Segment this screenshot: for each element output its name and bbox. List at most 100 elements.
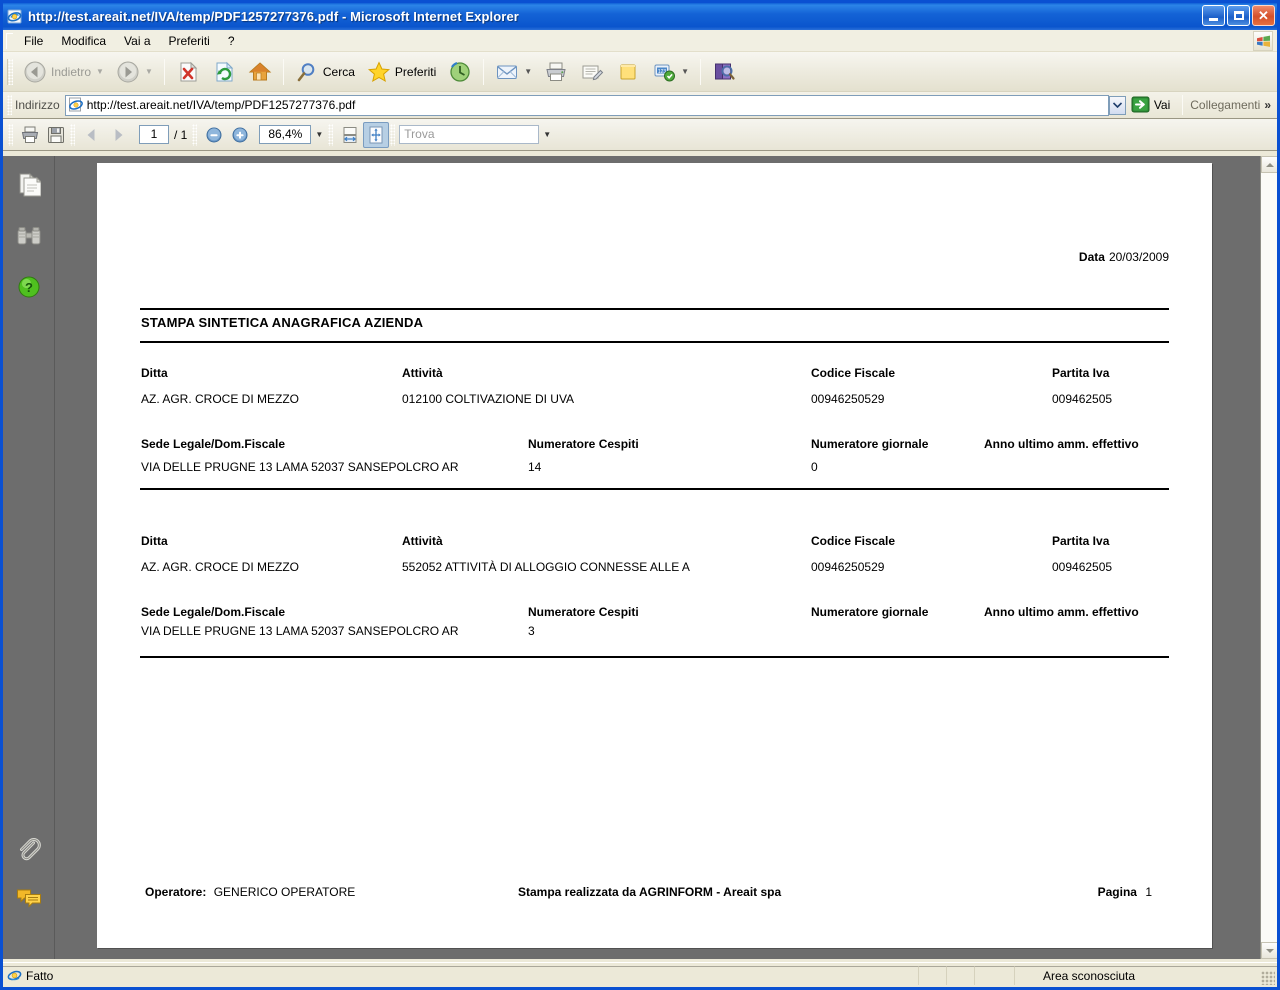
document-date-value: 20/03/2009 (1108, 250, 1169, 264)
nav-help-button[interactable]: ? (14, 272, 44, 302)
footer-operatore-label: Operatore: (145, 885, 207, 899)
links-label[interactable]: Collegamenti (1186, 98, 1264, 112)
back-label: Indietro (51, 64, 92, 79)
toolbar-grip[interactable] (7, 58, 13, 85)
nav-comments-button[interactable] (14, 883, 44, 913)
status-ie-icon (7, 970, 22, 981)
record-2-cf-label: Codice Fiscale (811, 534, 896, 548)
history-icon (450, 61, 470, 82)
messenger-button[interactable]: 123 ▼ (646, 56, 695, 88)
footer-center: Stampa realizzata da AGRINFORM - Areait … (518, 885, 781, 899)
pdf-next-page-button[interactable] (105, 122, 131, 148)
address-dropdown-button[interactable] (1108, 95, 1126, 115)
pdf-find-input[interactable]: Trova (399, 125, 540, 144)
home-button[interactable] (242, 56, 278, 88)
history-button[interactable] (442, 56, 478, 88)
toolbar-overflow-icon[interactable]: » (1264, 98, 1277, 112)
pdf-toolbar-grip-5[interactable] (390, 123, 396, 146)
pdf-zoom-out-button[interactable] (201, 122, 227, 148)
pdf-toolbar-grip-3[interactable] (192, 123, 198, 146)
footer-page-label: Pagina (1097, 885, 1137, 899)
nav-attachments-button[interactable] (14, 835, 44, 865)
menu-item-help[interactable]: ? (219, 32, 244, 50)
maximize-button[interactable] (1227, 5, 1250, 26)
back-dropdown-icon[interactable]: ▼ (96, 67, 104, 76)
zoom-in-icon (232, 127, 248, 142)
resize-grip[interactable] (1261, 971, 1275, 985)
pdf-fit-page-button[interactable] (363, 121, 390, 148)
pdf-find-dropdown-icon[interactable]: ▼ (539, 130, 555, 139)
address-input-wrap[interactable] (64, 94, 1109, 116)
footer-page-value: 1 (1145, 885, 1152, 899)
search-button[interactable]: Cerca (289, 56, 361, 88)
record-1-ditta-label: Ditta (141, 366, 168, 380)
scroll-track[interactable] (1261, 173, 1277, 942)
favorites-button[interactable]: Preferiti (361, 56, 442, 88)
pdf-zoom-value[interactable]: 86,4% (259, 125, 312, 144)
status-pane-3 (946, 965, 974, 985)
favorites-label: Preferiti (394, 64, 437, 79)
fit-width-icon (343, 126, 357, 143)
minimize-button[interactable] (1202, 5, 1225, 26)
forward-button[interactable]: ▼ (110, 56, 159, 88)
pdf-zoom-dropdown-icon[interactable]: ▼ (311, 130, 327, 139)
pdf-nav-pane-bottom (3, 835, 54, 931)
status-bar: Fatto Area sconosciuta (3, 962, 1277, 987)
record-1-ditta-value: AZ. AGR. CROCE DI MEZZO (141, 392, 300, 406)
address-favicon-icon (68, 97, 83, 112)
scroll-up-button[interactable] (1261, 156, 1277, 173)
pdf-prev-page-button[interactable] (79, 122, 105, 148)
document-vertical-scrollbar[interactable] (1260, 156, 1277, 959)
menu-item-modifica[interactable]: Modifica (52, 32, 115, 50)
record-1-piva-label: Partita Iva (1052, 366, 1110, 380)
go-label: Vai (1153, 98, 1171, 112)
menu-item-file[interactable]: File (15, 32, 52, 50)
messenger-dropdown-icon[interactable]: ▼ (681, 67, 689, 76)
edit-button[interactable] (574, 56, 610, 88)
menu-item-preferiti[interactable]: Preferiti (160, 32, 219, 50)
print-browser-button[interactable] (538, 56, 574, 88)
mail-dropdown-icon[interactable]: ▼ (524, 67, 532, 76)
pdf-zoom-in-button[interactable] (227, 122, 253, 148)
forward-dropdown-icon[interactable]: ▼ (145, 67, 153, 76)
back-button[interactable]: Indietro ▼ (17, 56, 110, 88)
nav-pages-button[interactable] (14, 170, 44, 200)
record-2-ditta-value: AZ. AGR. CROCE DI MEZZO (141, 560, 300, 574)
refresh-button[interactable] (206, 56, 242, 88)
arrow-right-icon (115, 128, 123, 141)
pdf-print-button[interactable] (17, 122, 43, 148)
go-button[interactable]: Vai (1127, 93, 1177, 117)
mail-button[interactable]: ▼ (489, 56, 538, 88)
pdf-document-area[interactable]: Data 20/03/2009 STAMPA SINTETICA ANAGRAFI… (55, 156, 1260, 959)
pdf-fit-width-button[interactable] (337, 122, 363, 148)
browser-toolbar: Indietro ▼ ▼ Cerca Preferiti ▼ 123 ▼ (3, 52, 1277, 92)
window-controls: ✕ (1202, 5, 1275, 26)
close-button[interactable]: ✕ (1252, 5, 1275, 26)
pdf-toolbar-grip-1[interactable] (8, 123, 13, 146)
record-2-piva-value: 009462505 (1052, 560, 1113, 574)
nav-search-button[interactable] (14, 221, 44, 251)
record-2-ditta-label: Ditta (141, 534, 168, 548)
record-2-attivita-label: Attività (402, 534, 443, 548)
pdf-page-number-input[interactable]: 1 (139, 125, 169, 144)
address-label: Indirizzo (15, 98, 60, 112)
pdf-toolbar-grip-4[interactable] (328, 123, 334, 146)
pdf-nav-pane: ? (3, 156, 55, 959)
pdf-toolbar-grip-2[interactable] (70, 123, 75, 146)
document-date-label: Data (1078, 250, 1105, 264)
search-label: Cerca (322, 64, 355, 79)
arrow-left-icon (87, 128, 95, 141)
stop-button[interactable] (170, 56, 206, 88)
pdf-save-button[interactable] (43, 122, 69, 148)
pdf-viewer: ? Data 20/03/2009 STAMPA SINTETICA ANAGR… (3, 156, 1277, 959)
svg-text:?: ? (25, 280, 33, 295)
record-2-bottom-rule (140, 656, 1169, 658)
record-2-piva-label: Partita Iva (1052, 534, 1110, 548)
scroll-down-button[interactable] (1261, 942, 1277, 959)
address-input[interactable] (86, 96, 1108, 114)
notes-button[interactable] (610, 56, 646, 88)
menu-item-vai-a[interactable]: Vai a (115, 32, 159, 50)
pdf-toolbar: 1 / 1 86,4% ▼ Trova ▼ (3, 119, 1277, 151)
research-button[interactable] (706, 56, 742, 88)
menu-grip[interactable] (6, 32, 13, 49)
